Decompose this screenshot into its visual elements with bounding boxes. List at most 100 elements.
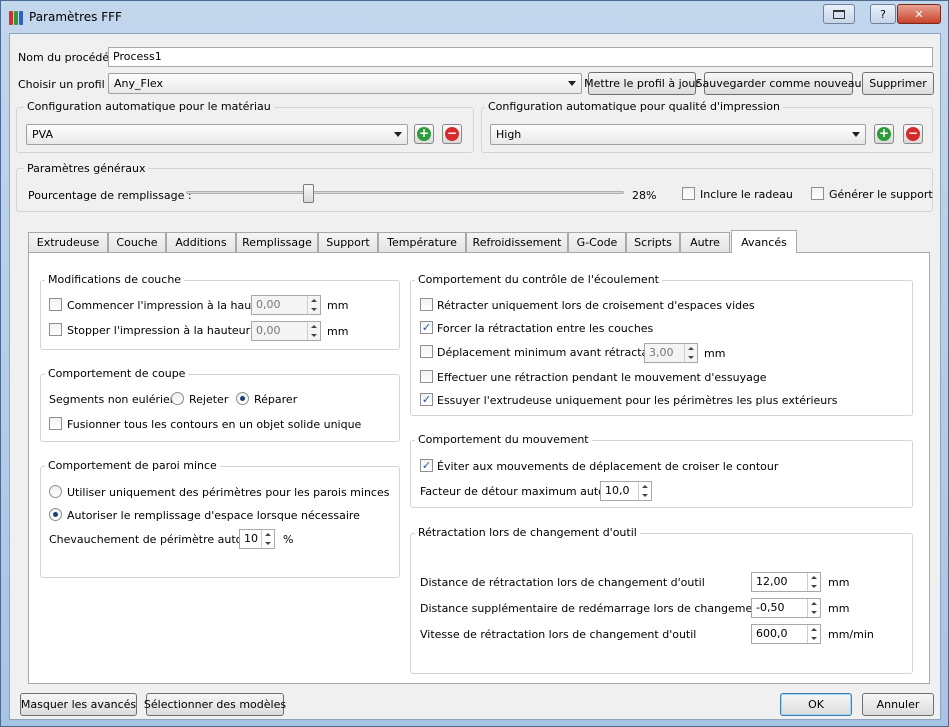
plus-icon: +: [877, 126, 891, 141]
quality-select-value: High: [496, 128, 522, 141]
toolchange-speed-spinbox[interactable]: 600,0: [751, 624, 821, 644]
force-retract-checkbox[interactable]: ✓: [420, 321, 433, 334]
retract-void-checkbox[interactable]: [420, 298, 433, 311]
start-height-spinbox[interactable]: 0,00: [251, 295, 321, 315]
toolchange-extra-spinbox[interactable]: -0,50: [751, 598, 821, 618]
repair-label: Réparer: [254, 393, 298, 406]
spin-arrows-icon: [807, 573, 820, 591]
support-checkbox[interactable]: [811, 187, 824, 200]
profile-label: Choisir un profil :: [18, 78, 112, 91]
material-select-value: PVA: [32, 128, 53, 141]
infill-value: 28%: [632, 189, 657, 202]
material-select[interactable]: PVA: [26, 124, 408, 145]
toolchange-speed-value: 600,0: [756, 627, 788, 640]
toolchange-extra-unit: mm: [828, 602, 850, 615]
repair-radio[interactable]: [236, 392, 249, 405]
start-height-checkbox[interactable]: [49, 298, 62, 311]
infill-slider[interactable]: [186, 191, 624, 194]
remove-material-button[interactable]: −: [442, 124, 462, 144]
tab-support[interactable]: Support: [318, 232, 378, 252]
toolchange-extra-value: -0,50: [756, 601, 785, 614]
overlap-value: 10: [244, 532, 258, 545]
merge-contours-checkbox[interactable]: [49, 417, 62, 430]
toolchange-distance-unit: mm: [828, 576, 850, 589]
general-settings-title: Paramètres généraux: [24, 162, 149, 175]
allow-gap-fill-radio[interactable]: [49, 508, 62, 521]
perimeters-only-radio[interactable]: [49, 485, 62, 498]
layer-mod-title: Modifications de couche: [45, 273, 185, 286]
select-models-button[interactable]: Sélectionner des modèles: [144, 693, 286, 716]
toolchange-distance-label: Distance de rétractation lors de changem…: [420, 576, 705, 589]
toolchange-title: Rétractation lors de changement d'outil: [415, 526, 640, 539]
thin-wall-title: Comportement de paroi mince: [45, 459, 220, 472]
minus-icon: −: [445, 126, 459, 141]
wipe-retract-label: Effectuer une rétraction pendant le mouv…: [437, 371, 767, 384]
add-material-button[interactable]: +: [414, 124, 434, 144]
tab-autre[interactable]: Autre: [680, 232, 730, 252]
avoid-crossing-label: Éviter aux mouvements de déplacement de …: [437, 460, 779, 473]
cut-behavior-title: Comportement de coupe: [45, 367, 189, 380]
thin-wall-group: [40, 466, 400, 578]
stop-height-unit: mm: [327, 325, 349, 338]
wipe-retract-checkbox[interactable]: [420, 370, 433, 383]
segments-label: Segments non eulérien :: [49, 393, 184, 406]
overlap-unit: %: [283, 533, 294, 546]
save-as-new-button[interactable]: Sauvegarder comme nouveau: [696, 72, 861, 95]
toolchange-distance-spinbox[interactable]: 12,00: [751, 572, 821, 592]
reject-radio[interactable]: [171, 392, 184, 405]
spin-arrows-icon: [807, 599, 820, 617]
close-button[interactable]: ✕: [897, 4, 941, 24]
tab-avances[interactable]: Avancés: [731, 230, 797, 253]
title-bar[interactable]: Paramètres FFF ? ✕: [1, 1, 948, 33]
tab-temperature[interactable]: Température: [378, 232, 466, 252]
update-profile-button[interactable]: Mettre le profil à jour: [584, 72, 700, 95]
raft-label: Inclure le radeau: [700, 188, 793, 201]
dialog-body: Nom du procédé : Process1 Choisir un pro…: [9, 33, 941, 720]
detour-spinbox[interactable]: 10,0: [600, 481, 652, 501]
ok-button[interactable]: OK: [780, 693, 852, 716]
restore-icon: [833, 9, 845, 19]
cancel-button[interactable]: Annuler: [862, 693, 934, 716]
stop-height-checkbox[interactable]: [49, 323, 62, 336]
delete-profile-button[interactable]: Supprimer: [862, 72, 934, 95]
min-travel-spinbox[interactable]: 3,00: [644, 343, 698, 363]
start-height-value: 0,00: [256, 298, 281, 311]
window-restore-button[interactable]: [823, 4, 855, 24]
infill-slider-handle[interactable]: [303, 184, 314, 203]
layer-mod-group: [40, 280, 400, 350]
tab-additions[interactable]: Additions: [166, 232, 236, 252]
tab-extrudeuse[interactable]: Extrudeuse: [28, 232, 108, 252]
process-name-input[interactable]: Process1: [108, 47, 933, 67]
start-height-unit: mm: [327, 299, 349, 312]
spin-arrows-icon: [638, 482, 651, 500]
spin-arrows-icon: [684, 344, 697, 362]
toolchange-speed-unit: mm/min: [828, 628, 874, 641]
toolchange-distance-value: 12,00: [756, 575, 788, 588]
profile-select[interactable]: Any_Flex: [108, 73, 582, 94]
wipe-outer-checkbox[interactable]: ✓: [420, 393, 433, 406]
tab-couche[interactable]: Couche: [108, 232, 166, 252]
spin-arrows-icon: [261, 530, 274, 548]
chevron-down-icon: [394, 132, 402, 137]
add-quality-button[interactable]: +: [874, 124, 894, 144]
tab-refroidissement[interactable]: Refroidissement: [466, 232, 568, 252]
overlap-spinbox[interactable]: 10: [239, 529, 275, 549]
raft-checkbox[interactable]: [682, 187, 695, 200]
avoid-crossing-checkbox[interactable]: ✓: [420, 459, 433, 472]
stop-height-label: Stopper l'impression à la hauteur: [67, 324, 251, 337]
min-travel-checkbox[interactable]: [420, 345, 433, 358]
tab-remplissage[interactable]: Remplissage: [236, 232, 318, 252]
help-button[interactable]: ?: [870, 4, 896, 24]
quality-select[interactable]: High: [490, 124, 866, 145]
reject-label: Rejeter: [189, 393, 229, 406]
hide-advanced-button[interactable]: Masquer les avancés: [20, 693, 137, 716]
fff-settings-window: Paramètres FFF ? ✕ Nom du procédé : Proc…: [0, 0, 949, 727]
remove-quality-button[interactable]: −: [903, 124, 923, 144]
tab-gcode[interactable]: G-Code: [568, 232, 626, 252]
tab-scripts[interactable]: Scripts: [626, 232, 680, 252]
min-travel-value: 3,00: [649, 346, 674, 359]
stop-height-spinbox[interactable]: 0,00: [251, 321, 321, 341]
min-travel-unit: mm: [704, 347, 726, 360]
app-icon: [9, 11, 23, 25]
window-title: Paramètres FFF: [29, 10, 122, 24]
